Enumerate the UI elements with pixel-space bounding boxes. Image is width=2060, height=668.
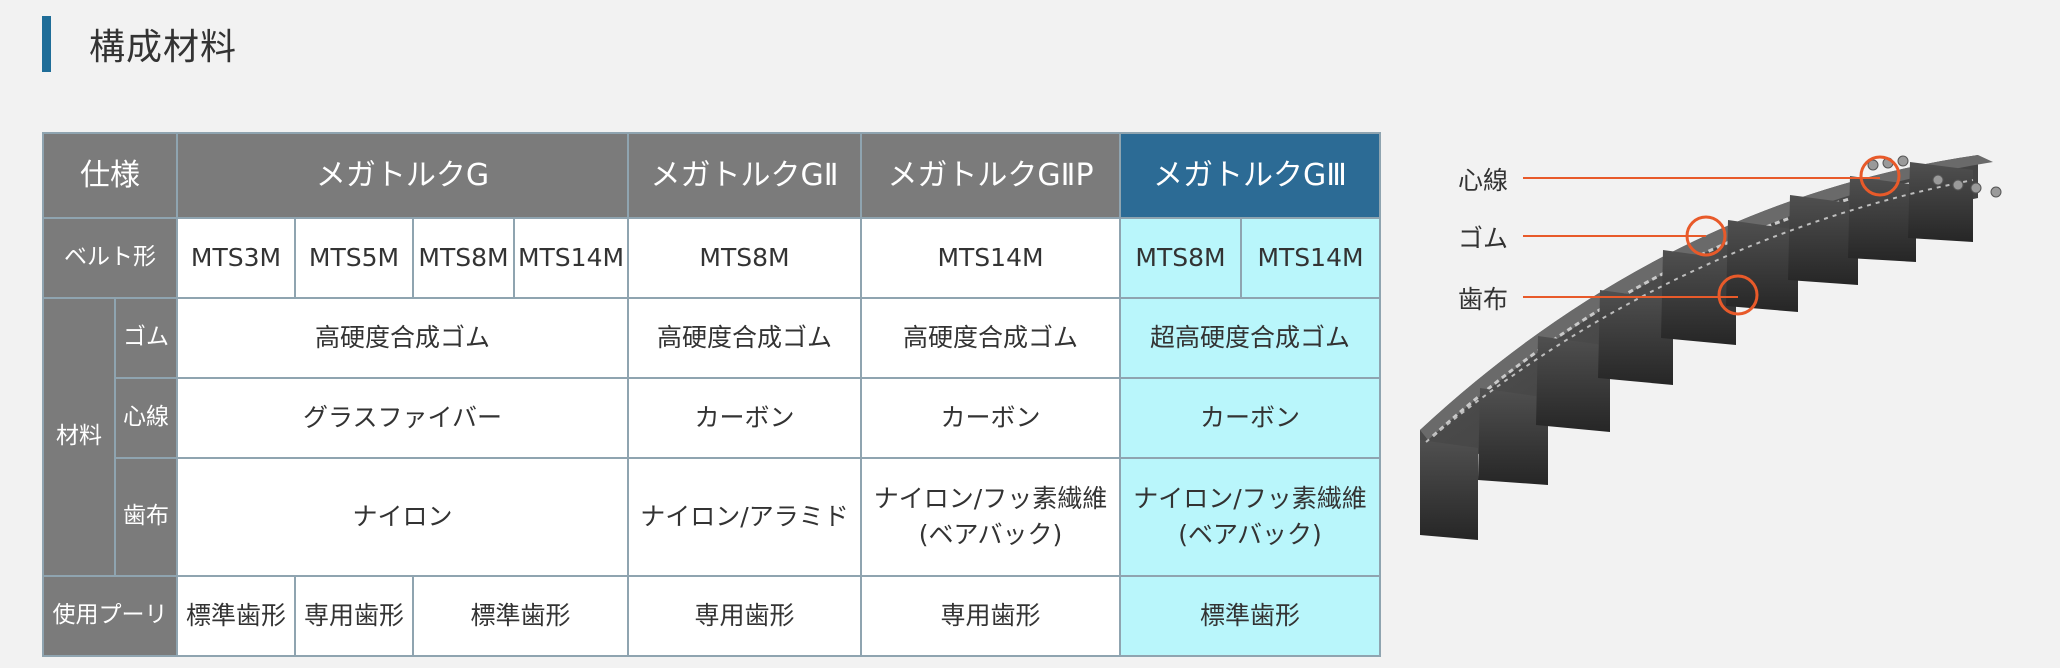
table-row-rubber: 材料 ゴム 高硬度合成ゴム 高硬度合成ゴム 高硬度合成ゴム 超高硬度合成ゴム <box>42 297 1381 577</box>
cell-fabric-g: ナイロン <box>176 457 629 577</box>
cell-core-g2: カーボン <box>627 377 862 459</box>
row-label-pulley: 使用プーリ <box>42 575 178 657</box>
cell-fabric-g2: ナイロン/アラミド <box>627 457 862 577</box>
cell-fabric-g2p: ナイロン/フッ素繊維 (ベアバック) <box>860 457 1121 577</box>
header-megatorque-g2p: メガトルクGⅡP <box>860 132 1121 219</box>
header-megatorque-g: メガトルクG <box>176 132 629 219</box>
cell-rubber-g3: 超高硬度合成ゴム <box>1119 297 1381 379</box>
table-row-pulley: 使用プーリ 標準歯形 専用歯形 標準歯形 専用歯形 専用歯形 標準歯形 <box>42 575 1381 657</box>
cell-pulley-g2: 専用歯形 <box>627 575 862 657</box>
header-megatorque-g3: メガトルクGⅢ <box>1119 132 1381 219</box>
header-megatorque-g2: メガトルクGⅡ <box>627 132 862 219</box>
section-header: 構成材料 <box>42 16 237 72</box>
cell-rubber-g: 高硬度合成ゴム <box>176 297 629 379</box>
header-spec: 仕様 <box>42 132 178 219</box>
cell-belt-g-mts5m: MTS5M <box>294 217 414 299</box>
spec-table: 仕様 メガトルクG メガトルクGⅡ メガトルクGⅡP メガトルクGⅢ ベルト形 … <box>42 132 1381 657</box>
belt-teeth <box>1908 162 1973 242</box>
diagram-label-rubber: ゴム <box>1458 224 1509 253</box>
cell-rubber-g2: 高硬度合成ゴム <box>627 297 862 379</box>
cell-belt-g3-mts14m: MTS14M <box>1240 217 1381 299</box>
cell-pulley-g-rest: 標準歯形 <box>412 575 629 657</box>
belt-cross-section-image <box>1420 155 2002 540</box>
cell-fabric-g2p-line2: (ベアバック) <box>918 520 1063 549</box>
cell-belt-g3-mts8m: MTS8M <box>1119 217 1242 299</box>
cell-fabric-g3-line1: ナイロン/フッ素繊維 <box>1133 483 1367 513</box>
belt-diagram: 心線 ゴム 歯布 <box>1418 140 2048 580</box>
cell-fabric-g3: ナイロン/フッ素繊維 (ベアバック) <box>1119 457 1381 577</box>
row-label-belt-type: ベルト形 <box>42 217 178 299</box>
belt-teeth <box>1788 195 1858 285</box>
cell-belt-g2p: MTS14M <box>860 217 1121 299</box>
belt-teeth <box>1726 220 1798 312</box>
cell-core-g2p: カーボン <box>860 377 1121 459</box>
cell-pulley-g3: 標準歯形 <box>1119 575 1381 657</box>
cell-core-g3: カーボン <box>1119 377 1381 459</box>
row-label-rubber: ゴム <box>114 297 178 379</box>
table-row-core: 心線 グラスファイバー カーボン カーボン カーボン <box>43 377 1381 459</box>
section-title: 構成材料 <box>89 27 238 68</box>
cell-belt-g-mts8m: MTS8M <box>412 217 515 299</box>
diagram-label-fabric: 歯布 <box>1458 285 1509 314</box>
cell-fabric-g3-line2: (ベアバック) <box>1178 520 1322 549</box>
row-label-core: 心線 <box>114 377 178 459</box>
cell-pulley-g-mts5m: 専用歯形 <box>294 575 414 657</box>
belt-teeth <box>1848 176 1916 262</box>
belt-teeth <box>1420 440 1478 540</box>
row-label-fabric: 歯布 <box>114 457 178 577</box>
cell-pulley-g-mts3m: 標準歯形 <box>176 575 296 657</box>
table-header-row: 仕様 メガトルクG メガトルクGⅡ メガトルクGⅡP メガトルクGⅢ <box>42 132 1381 219</box>
table-row-belt-type: ベルト形 MTS3M MTS5M MTS8M MTS14M MTS8M MTS1… <box>42 217 1381 299</box>
cell-rubber-g2p: 高硬度合成ゴム <box>860 297 1121 379</box>
cell-belt-g-mts3m: MTS3M <box>176 217 296 299</box>
cell-core-g: グラスファイバー <box>176 377 629 459</box>
table-row-fabric: 歯布 ナイロン ナイロン/アラミド ナイロン/フッ素繊維 (ベアバック) ナイロ… <box>43 457 1381 577</box>
diagram-label-core: 心線 <box>1458 166 1509 195</box>
cell-pulley-g2p: 専用歯形 <box>860 575 1121 657</box>
cell-belt-g-mts14m: MTS14M <box>513 217 629 299</box>
cell-fabric-g2p-line1: ナイロン/フッ素繊維 <box>873 483 1108 513</box>
cell-belt-g2: MTS8M <box>627 217 862 299</box>
section-accent-bar <box>42 16 51 72</box>
row-label-material: 材料 <box>42 297 116 577</box>
